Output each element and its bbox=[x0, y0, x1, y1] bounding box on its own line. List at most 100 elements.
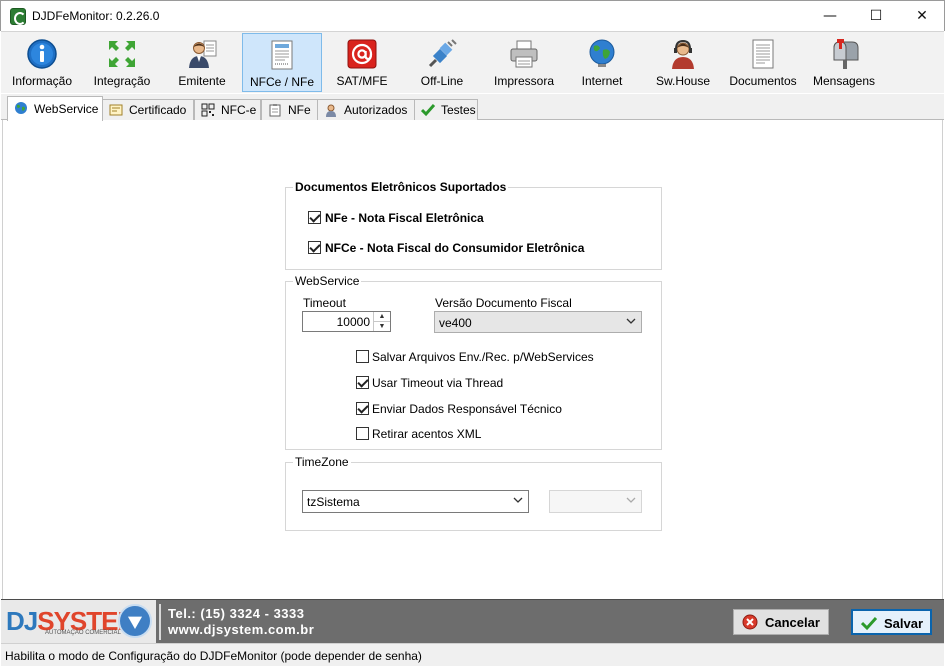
timezone-offset-select bbox=[549, 490, 642, 513]
status-text: Habilita o modo de Configuração do DJDFe… bbox=[5, 649, 422, 663]
mailbox-icon bbox=[833, 39, 859, 69]
timezone-value: tzSistema bbox=[307, 495, 360, 509]
logo-tagline: AUTOMAÇÃO COMERCIAL bbox=[45, 630, 121, 636]
spin-up-icon[interactable]: ▲ bbox=[374, 312, 390, 322]
window-title: DJDFeMonitor: 0.2.26.0 bbox=[32, 9, 160, 23]
tab-label: WebService bbox=[34, 102, 99, 116]
version-value: ve400 bbox=[439, 316, 472, 330]
chevron-down-icon bbox=[513, 497, 523, 503]
timeout-thread-checkbox[interactable] bbox=[356, 376, 369, 389]
document-icon bbox=[752, 39, 774, 69]
tab-label: Autorizados bbox=[344, 103, 408, 117]
user-icon bbox=[326, 104, 336, 117]
tab-label: Testes bbox=[441, 103, 476, 117]
globe-icon bbox=[589, 39, 615, 67]
chevron-down-icon bbox=[626, 497, 636, 503]
plug-icon bbox=[428, 39, 457, 68]
minimize-button[interactable]: — bbox=[807, 1, 853, 31]
headset-person-icon bbox=[672, 39, 694, 69]
save-files-checkbox[interactable] bbox=[356, 350, 369, 363]
certificate-icon bbox=[109, 104, 123, 116]
toolbar-sw-house[interactable]: Sw.House bbox=[646, 33, 720, 92]
responsible-tech-label[interactable]: Enviar Dados Responsável Técnico bbox=[372, 402, 562, 416]
toolbar-label: Impressora bbox=[493, 74, 555, 88]
toolbar-label: Informação bbox=[11, 74, 73, 88]
timeout-value: 10000 bbox=[336, 315, 370, 329]
main-toolbar: Informação Integração Emitente NFCe / NF… bbox=[1, 31, 944, 93]
remove-accents-label[interactable]: Retirar acentos XML bbox=[372, 427, 481, 441]
close-button[interactable]: ✕ bbox=[899, 1, 945, 31]
save-button[interactable]: Salvar bbox=[851, 609, 932, 635]
version-label: Versão Documento Fiscal bbox=[435, 296, 572, 310]
responsible-tech-checkbox[interactable] bbox=[356, 402, 369, 415]
toolbar-label: Sw.House bbox=[655, 74, 711, 88]
nfce-checkbox-label[interactable]: NFCe - Nota Fiscal do Consumidor Eletrôn… bbox=[325, 241, 584, 255]
toolbar-label: NFCe / NFe bbox=[249, 75, 314, 89]
toolbar-sat-mfe[interactable]: SAT/MFE bbox=[325, 33, 399, 92]
company-logo: DJSYSTEM AUTOMAÇÃO COMERCIAL bbox=[1, 600, 156, 644]
logo-dj-text: DJ bbox=[6, 606, 38, 636]
spin-down-icon[interactable]: ▼ bbox=[374, 322, 390, 332]
toolbar-label: Mensagens bbox=[812, 74, 876, 88]
tab-webservice[interactable]: WebService bbox=[7, 96, 103, 121]
nfce-checkbox[interactable] bbox=[308, 241, 321, 254]
toolbar-emitente[interactable]: Emitente bbox=[165, 33, 239, 92]
footer-bar: DJSYSTEM AUTOMAÇÃO COMERCIAL Tel.: (15) … bbox=[1, 599, 944, 644]
tab-autorizados[interactable]: Autorizados bbox=[317, 99, 415, 120]
tab-testes[interactable]: Testes bbox=[414, 99, 478, 120]
toolbar-label: Integração bbox=[93, 74, 151, 88]
app-logo-icon bbox=[10, 8, 26, 25]
remove-accents-checkbox[interactable] bbox=[356, 427, 369, 440]
chevron-down-icon bbox=[626, 318, 636, 324]
status-bar: Habilita o modo de Configuração do DJDFe… bbox=[1, 643, 944, 666]
toolbar-label: Internet bbox=[581, 74, 623, 88]
save-files-label[interactable]: Salvar Arquivos Env./Rec. p/WebServices bbox=[372, 350, 594, 364]
timeout-thread-label[interactable]: Usar Timeout via Thread bbox=[372, 376, 503, 390]
tab-nfe[interactable]: NFe bbox=[261, 99, 318, 120]
group-legend: TimeZone bbox=[293, 455, 351, 469]
webservice-panel: Documentos Eletrônicos Suportados NFe - … bbox=[2, 120, 943, 599]
toolbar-label: Documentos bbox=[729, 74, 797, 88]
toolbar-impressora[interactable]: Impressora bbox=[487, 33, 561, 92]
cancel-button[interactable]: Cancelar bbox=[733, 609, 829, 635]
toolbar-mensagens[interactable]: Mensagens bbox=[807, 33, 881, 92]
integration-arrows-icon bbox=[109, 41, 135, 67]
webservice-group: WebService Timeout 10000 ▲ ▼ Versão Docu… bbox=[285, 274, 662, 450]
tab-certificado[interactable]: Certificado bbox=[102, 99, 194, 120]
company-phone: Tel.: (15) 3324 - 3333 bbox=[168, 606, 305, 621]
printer-icon bbox=[510, 40, 538, 68]
tab-nfc-e[interactable]: NFC-e bbox=[194, 99, 261, 120]
nfe-checkbox[interactable] bbox=[308, 211, 321, 224]
nfe-checkbox-label[interactable]: NFe - Nota Fiscal Eletrônica bbox=[325, 211, 484, 225]
toolbar-informacao[interactable]: Informação bbox=[5, 33, 79, 92]
checkmark-icon bbox=[861, 616, 877, 631]
toolbar-label: Emitente bbox=[178, 74, 226, 88]
version-select[interactable]: ve400 bbox=[434, 311, 642, 333]
timezone-select[interactable]: tzSistema bbox=[302, 490, 529, 513]
info-icon bbox=[27, 39, 57, 69]
tab-strip: WebService Certificado NFC-e NFe Autoriz… bbox=[1, 94, 944, 121]
toolbar-label: SAT/MFE bbox=[336, 74, 388, 88]
group-legend: WebService bbox=[293, 274, 362, 288]
qrcode-icon bbox=[201, 103, 215, 117]
receipt-icon bbox=[271, 40, 293, 70]
tab-label: Certificado bbox=[129, 103, 187, 117]
maximize-button[interactable]: ☐ bbox=[853, 1, 899, 31]
company-website: www.djsystem.com.br bbox=[168, 622, 315, 637]
toolbar-integracao[interactable]: Integração bbox=[85, 33, 159, 92]
at-sign-icon bbox=[347, 39, 377, 69]
timezone-group: TimeZone tzSistema bbox=[285, 455, 662, 531]
person-icon bbox=[189, 40, 217, 68]
toolbar-internet[interactable]: Internet bbox=[565, 33, 639, 92]
checkmark-icon bbox=[421, 104, 435, 117]
timeout-spinner[interactable]: 10000 ▲ ▼ bbox=[302, 311, 391, 332]
toolbar-off-line[interactable]: Off-Line bbox=[405, 33, 479, 92]
cancel-icon bbox=[742, 614, 758, 630]
cancel-button-label: Cancelar bbox=[765, 615, 820, 630]
toolbar-nfce-nfe[interactable]: NFCe / NFe bbox=[242, 33, 322, 92]
tab-label: NFe bbox=[288, 103, 311, 117]
tab-label: NFC-e bbox=[221, 103, 257, 117]
toolbar-documentos[interactable]: Documentos bbox=[725, 33, 801, 92]
toolbar-label: Off-Line bbox=[420, 74, 464, 88]
save-button-label: Salvar bbox=[884, 616, 924, 631]
